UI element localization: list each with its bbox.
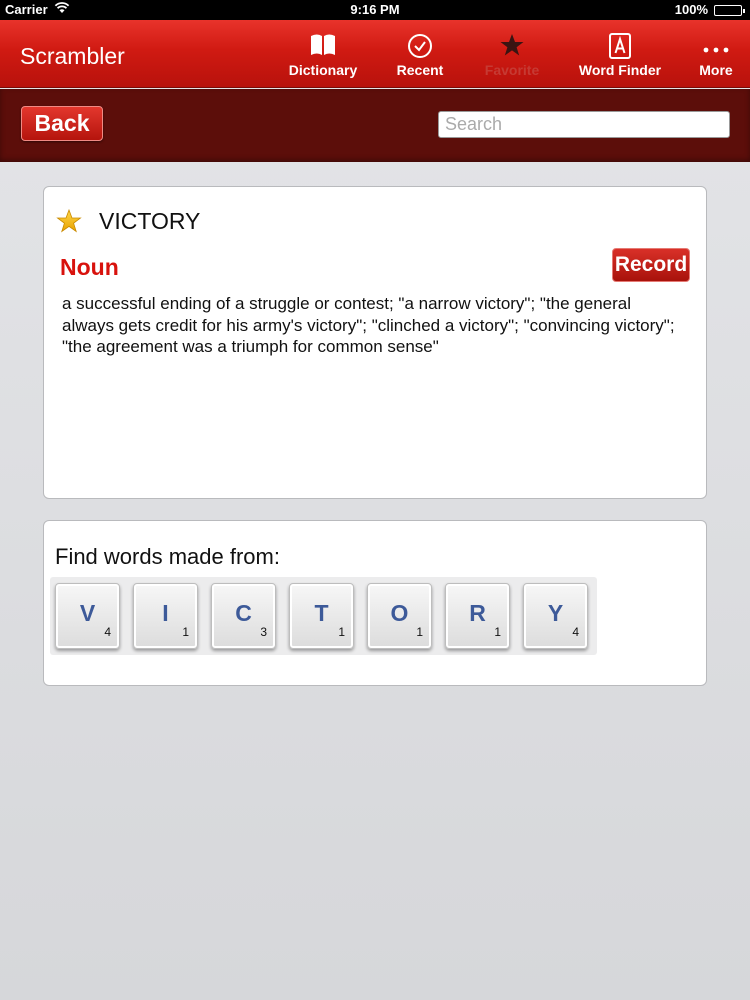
search-input[interactable] [438, 111, 730, 138]
tile-letter: T [314, 600, 329, 626]
definition-card: VICTORY Noun Record a successful ending … [43, 186, 707, 499]
tile-score: 1 [338, 625, 345, 639]
battery-icon [714, 5, 745, 16]
tab-more[interactable]: More [694, 32, 738, 84]
book-icon [284, 32, 362, 62]
tile-score: 1 [494, 625, 501, 639]
more-dots-icon [694, 32, 738, 62]
back-button[interactable]: Back [21, 106, 103, 141]
clock: 9:16 PM [350, 2, 400, 17]
tab-word-finder[interactable]: Word Finder [572, 32, 668, 84]
word-finder-card: Find words made from: V 4 I 1 C 3 T 1 O … [43, 520, 707, 686]
letter-tile[interactable]: O 1 [367, 583, 432, 649]
tile-letter: I [162, 600, 169, 626]
record-button[interactable]: Record [612, 248, 690, 282]
tile-letter: O [390, 600, 409, 626]
tile-letter: R [469, 600, 486, 626]
tab-word-finder-label: Word Finder [578, 62, 662, 78]
tab-recent-label: Recent [396, 62, 444, 78]
tile-score: 4 [104, 625, 111, 639]
tab-dictionary-label: Dictionary [288, 62, 358, 78]
app-title: Scrambler [20, 43, 125, 69]
tab-favorite-label: Favorite [484, 62, 540, 78]
tab-dictionary[interactable]: Dictionary [284, 32, 362, 84]
checkmark-circle-icon [385, 32, 455, 62]
tile-letter: Y [547, 600, 564, 626]
letter-tile[interactable]: V 4 [55, 583, 120, 649]
nav-bar: Scrambler Dictionary Recent Favorite Wor… [0, 20, 750, 88]
tile-score: 1 [416, 625, 423, 639]
letter-tile[interactable]: R 1 [445, 583, 510, 649]
part-of-speech: Noun [60, 254, 119, 280]
tab-recent[interactable]: Recent [385, 32, 455, 84]
toolbar: Back [0, 89, 750, 162]
word-title: VICTORY [99, 208, 201, 234]
find-words-label: Find words made from: [55, 544, 280, 569]
status-bar: Carrier 9:16 PM 100% [0, 0, 750, 20]
letter-tile[interactable]: C 3 [211, 583, 276, 649]
tile-score: 1 [182, 625, 189, 639]
letter-tile[interactable]: I 1 [133, 583, 198, 649]
star-icon [478, 32, 546, 62]
letter-tile[interactable]: T 1 [289, 583, 354, 649]
letter-tiles: V 4 I 1 C 3 T 1 O 1 R 1 Y 4 [50, 577, 597, 655]
tile-score: 4 [572, 625, 579, 639]
letter-tile[interactable]: Y 4 [523, 583, 588, 649]
favorite-star-icon[interactable] [56, 208, 82, 239]
battery-percent: 100% [674, 2, 708, 17]
tile-letter: V [79, 600, 96, 626]
tab-more-label: More [699, 62, 733, 78]
letter-a-box-icon [572, 32, 668, 62]
tile-score: 3 [260, 625, 267, 639]
tab-favorite[interactable]: Favorite [478, 32, 546, 84]
definition-text: a successful ending of a struggle or con… [62, 294, 675, 356]
tile-letter: C [235, 600, 252, 626]
